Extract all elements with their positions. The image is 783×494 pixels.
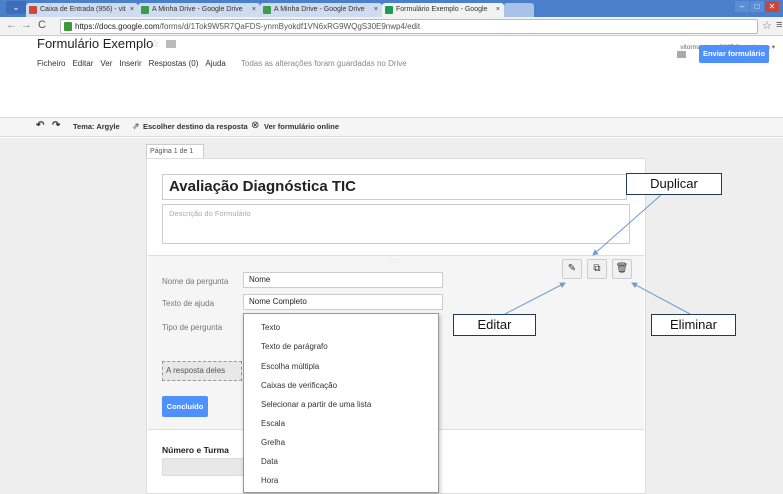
star-icon[interactable]: ☆ bbox=[150, 37, 160, 50]
bookmark-star-icon[interactable]: ☆ bbox=[762, 19, 772, 32]
callout-edit: Editar bbox=[453, 314, 536, 336]
back-icon[interactable]: ← bbox=[6, 19, 17, 31]
gmail-icon bbox=[29, 6, 37, 14]
menu-ajuda[interactable]: Ajuda bbox=[205, 59, 225, 68]
menu-bar: Ficheiro Editar Ver Inserir Respostas (0… bbox=[37, 59, 407, 68]
close-tab-icon[interactable]: × bbox=[252, 3, 256, 17]
page-tab: Página 1 de 1 bbox=[146, 144, 204, 158]
tab-label: Caixa de Entrada (956) - vit bbox=[40, 6, 126, 13]
close-tab-icon[interactable]: × bbox=[130, 3, 134, 17]
reload-icon[interactable]: C bbox=[38, 19, 46, 31]
callout-delete: Eliminar bbox=[651, 314, 736, 336]
question-name-label: Nome da pergunta bbox=[162, 277, 229, 286]
maximize-icon[interactable]: □ bbox=[750, 1, 764, 12]
redo-icon[interactable]: ↷ bbox=[52, 120, 60, 131]
drive-icon bbox=[141, 6, 149, 14]
question-type-label: Tipo de pergunta bbox=[162, 323, 223, 332]
menu-respostas[interactable]: Respostas (0) bbox=[149, 59, 199, 68]
choose-destination-button[interactable]: Escolher destino da resposta bbox=[143, 122, 248, 131]
close-tab-icon[interactable]: × bbox=[374, 3, 378, 17]
saved-status: Todas as alterações foram guardadas no D… bbox=[240, 59, 407, 68]
undo-icon[interactable]: ↶ bbox=[36, 120, 44, 131]
forward-icon[interactable]: → bbox=[21, 19, 32, 31]
form-description-input[interactable]: Descrição do Formulário bbox=[162, 204, 630, 244]
done-button[interactable]: Concluído bbox=[162, 396, 208, 417]
menu-ficheiro[interactable]: Ficheiro bbox=[37, 59, 65, 68]
drag-handle[interactable]: :::: bbox=[390, 259, 401, 265]
type-option-multiple-choice[interactable]: Escolha múltipla bbox=[261, 362, 319, 371]
delete-trash-icon[interactable]: 🗑 bbox=[612, 259, 632, 279]
type-option-paragraph[interactable]: Texto de parágrafo bbox=[261, 342, 328, 351]
theme-button[interactable]: Tema: Argyle bbox=[73, 122, 120, 131]
type-option-date[interactable]: Data bbox=[261, 457, 278, 466]
tab-label: A Minha Drive - Google Drive bbox=[152, 6, 243, 13]
type-option-checkboxes[interactable]: Caixas de verificação bbox=[261, 381, 337, 390]
chat-icon[interactable] bbox=[677, 51, 686, 58]
tab-label: A Minha Drive - Google Drive bbox=[274, 6, 365, 13]
drive-icon bbox=[263, 6, 271, 14]
callout-duplicate: Duplicar bbox=[626, 173, 722, 195]
new-tab-button[interactable] bbox=[504, 3, 534, 17]
menu-editar[interactable]: Editar bbox=[72, 59, 93, 68]
view-online-icon: ⊗ bbox=[251, 120, 260, 131]
tab-gmail[interactable]: Caixa de Entrada (956) - vit × bbox=[26, 3, 138, 17]
menu-icon[interactable]: ≡ bbox=[776, 19, 782, 31]
destination-icon: ⇗ bbox=[132, 121, 140, 131]
forms-icon bbox=[385, 6, 393, 14]
folder-icon[interactable] bbox=[166, 40, 176, 48]
type-option-time[interactable]: Hora bbox=[261, 476, 278, 485]
address-bar-row: ← → C https://docs.google.com/forms/d/1T… bbox=[0, 17, 783, 36]
type-option-scale[interactable]: Escala bbox=[261, 419, 285, 428]
question-name-input[interactable]: Nome bbox=[243, 272, 443, 288]
type-option-list[interactable]: Selecionar a partir de uma lista bbox=[261, 400, 371, 409]
url-input[interactable]: https://docs.google.com/forms/d/1Tok9W5R… bbox=[60, 19, 758, 34]
tab-label: Formulário Exemplo - Google bbox=[396, 6, 488, 13]
url-domain: https://docs.google.com bbox=[75, 22, 160, 31]
view-form-online-button[interactable]: Ver formulário online bbox=[264, 122, 339, 131]
window-controls: – □ ✕ bbox=[735, 1, 779, 13]
answer-preview: A resposta deles bbox=[162, 361, 242, 381]
form-title-input[interactable]: Avaliação Diagnóstica TIC bbox=[162, 174, 627, 200]
menu-inserir[interactable]: Inserir bbox=[119, 59, 141, 68]
lock-icon bbox=[64, 22, 72, 31]
next-question-label: Número e Turma bbox=[162, 445, 229, 455]
tab-drive-1[interactable]: A Minha Drive - Google Drive × bbox=[138, 3, 260, 17]
document-title[interactable]: Formulário Exemplo bbox=[37, 36, 153, 51]
help-text-input[interactable]: Nome Completo bbox=[243, 294, 443, 310]
send-form-button[interactable]: Enviar formulário bbox=[699, 45, 769, 63]
url-path: /forms/d/1Tok9W5R7QaFDS-ynmByokdf1VN6xRG… bbox=[159, 22, 421, 31]
tab-drive-2[interactable]: A Minha Drive - Google Drive × bbox=[260, 3, 382, 17]
edit-pencil-icon[interactable]: ✎ bbox=[562, 259, 582, 279]
menu-ver[interactable]: Ver bbox=[100, 59, 112, 68]
minimize-icon[interactable]: – bbox=[735, 1, 749, 12]
next-question-input bbox=[162, 458, 246, 476]
type-option-grid[interactable]: Grelha bbox=[261, 438, 285, 447]
tab-forms-active[interactable]: Formulário Exemplo - Google × bbox=[382, 3, 504, 17]
duplicate-icon[interactable]: ⧉ bbox=[587, 259, 607, 279]
browser-tab-bar: ⌄ Caixa de Entrada (956) - vit × A Minha… bbox=[0, 0, 783, 17]
close-window-icon[interactable]: ✕ bbox=[765, 1, 779, 12]
close-tab-icon[interactable]: × bbox=[496, 3, 500, 17]
toolbar: ↶ ↷ Tema: Argyle ⇗ Escolher destino da r… bbox=[0, 117, 783, 137]
type-option-text[interactable]: Texto bbox=[261, 323, 280, 332]
help-text-label: Texto de ajuda bbox=[162, 299, 215, 308]
chrome-menu-icon[interactable]: ⌄ bbox=[6, 1, 26, 14]
